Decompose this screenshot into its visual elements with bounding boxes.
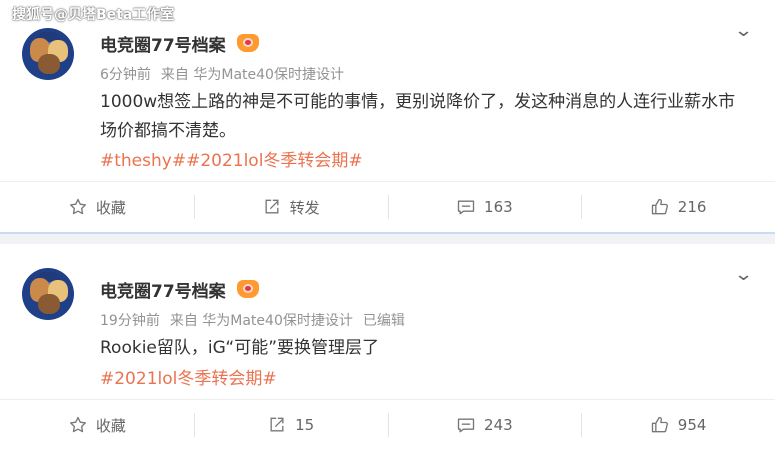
share-icon <box>265 199 279 214</box>
vip-badge-icon <box>237 34 259 52</box>
favorite-button[interactable]: 收藏 <box>0 400 194 450</box>
like-button[interactable]: 216 <box>581 182 775 232</box>
post-time[interactable]: 19分钟前 <box>100 313 160 329</box>
comment-count: 243 <box>484 416 513 434</box>
author-name[interactable]: 电竞圈77号档案 <box>100 31 226 56</box>
hashtags[interactable]: #2021lol冬季转会期# <box>100 364 277 389</box>
avatar[interactable] <box>22 28 74 80</box>
post-meta: 19分钟前 来自 华为Mate40保时捷设计 已编辑 <box>100 310 415 330</box>
avatar[interactable] <box>22 268 74 320</box>
author-name[interactable]: 电竞圈77号档案 <box>100 277 226 302</box>
like-count: 216 <box>677 198 707 216</box>
like-count: 954 <box>677 416 707 434</box>
favorite-button[interactable]: 收藏 <box>0 182 194 232</box>
comment-icon <box>457 200 475 215</box>
thumbs-up-icon <box>651 416 668 433</box>
like-button[interactable]: 954 <box>581 400 775 450</box>
share-icon <box>270 417 284 432</box>
repost-button[interactable]: 15 <box>193 400 388 450</box>
post-source: 来自 华为Mate40保时捷设计 <box>169 313 353 329</box>
action-bar: 收藏 转发 163 216 <box>0 181 775 232</box>
star-icon <box>69 198 86 215</box>
comment-button[interactable]: 163 <box>387 182 582 232</box>
post-meta: 6分钟前 来自 华为Mate40保时捷设计 <box>100 64 354 84</box>
hashtags[interactable]: #theshy##2021lol冬季转会期# <box>100 146 363 171</box>
star-icon <box>69 416 86 433</box>
post-source: 来自 华为Mate40保时捷设计 <box>160 67 344 83</box>
weibo-post: 电竞圈77号档案 ⌄ 19分钟前 来自 华为Mate40保时捷设计 已编辑 Rook… <box>0 244 775 450</box>
post-time[interactable]: 6分钟前 <box>100 67 151 83</box>
favorite-label: 收藏 <box>95 198 126 217</box>
thumbs-up-icon <box>651 198 668 215</box>
comment-icon <box>457 418 475 433</box>
favorite-label: 收藏 <box>95 416 126 435</box>
comment-button[interactable]: 243 <box>387 400 582 450</box>
post-text: Rookie留队，iG“可能”要换管理层了 <box>100 338 380 358</box>
edited-label[interactable]: 已编辑 <box>363 313 405 329</box>
repost-count: 15 <box>295 416 315 434</box>
repost-button[interactable]: 转发 <box>193 182 388 232</box>
watermark: 搜狐号@贝塔Beta工作室 <box>12 7 175 23</box>
post-text: 1000w想签上路的神是不可能的事情，更别说降价了，发这种消息的人连行业薪水市场… <box>100 92 736 141</box>
action-bar: 收藏 15 243 954 <box>0 399 775 450</box>
vip-badge-icon <box>237 280 259 298</box>
comment-count: 163 <box>484 198 513 216</box>
repost-label: 转发 <box>289 198 320 217</box>
chevron-down-icon[interactable]: ⌄ <box>734 20 754 41</box>
weibo-post: 电竞圈77号档案 ⌄ 6分钟前 来自 华为Mate40保时捷设计 1000w想签上… <box>0 0 775 232</box>
chevron-down-icon[interactable]: ⌄ <box>734 264 754 285</box>
